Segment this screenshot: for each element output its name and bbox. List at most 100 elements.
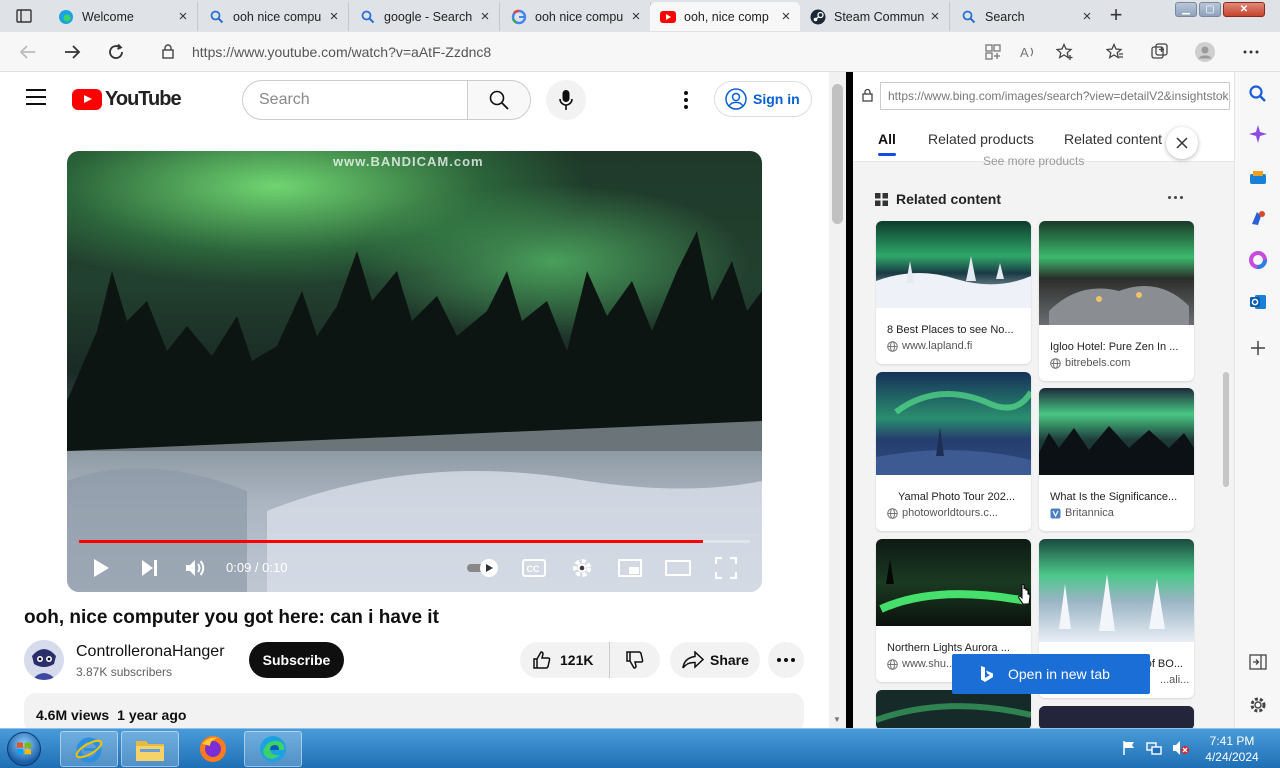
video-progress-bar[interactable] [79,540,750,543]
autoplay-toggle[interactable] [465,554,501,582]
related-card[interactable]: Yamal Photo Tour 202... photoworldtours.… [876,372,1031,531]
tab-steam[interactable]: Steam Commun × [800,2,950,31]
taskbar-edge[interactable] [244,731,302,767]
games-icon[interactable] [1248,208,1268,228]
network-icon[interactable] [1146,740,1162,759]
channel-name[interactable]: ControlleronaHanger [76,643,225,661]
start-button[interactable] [2,729,46,768]
see-more-products-link[interactable]: See more products [983,154,1084,168]
mute-button[interactable] [183,554,209,582]
profile-avatar[interactable] [1195,42,1215,62]
captions-button[interactable]: CC [521,554,547,582]
tab-search-3[interactable]: Search × [951,2,1101,31]
close-tab-icon[interactable]: × [1079,8,1095,25]
forward-button[interactable] [60,40,84,64]
tab-search-1[interactable]: ooh nice compu × [199,2,349,31]
tab-related-content[interactable]: Related content [1064,131,1162,147]
grid-icon [875,192,888,206]
tab-google[interactable]: ooh nice compu × [501,2,651,31]
sign-in-button[interactable]: Sign in [714,81,812,117]
add-favorite-icon[interactable] [1055,42,1075,62]
sidebar-search-icon[interactable] [1248,84,1268,104]
more-options-icon[interactable] [1241,42,1261,62]
tab-actions-icon[interactable] [10,6,38,26]
next-button[interactable] [137,554,161,582]
youtube-logo-text: YouTube [105,88,182,110]
sidebar-scrollbar-thumb[interactable] [1223,372,1229,487]
description-box[interactable]: 4.6M views 1 year ago [24,693,804,728]
apps-icon[interactable] [983,42,1003,62]
copilot-icon[interactable] [1248,124,1268,144]
menu-icon[interactable] [26,89,46,110]
share-button[interactable]: Share [670,642,760,678]
share-label: Share [710,652,749,668]
shopping-icon[interactable] [1248,167,1268,187]
taskbar-clock[interactable]: 7:41 PM 4/24/2024 [1196,733,1268,765]
volume-muted-icon[interactable] [1172,740,1190,759]
taskbar-internet-explorer[interactable] [60,731,118,767]
channel-avatar[interactable] [24,640,64,680]
miniplayer-button[interactable] [617,554,643,582]
sidebar-url[interactable]: https://www.bing.com/images/search?view=… [880,82,1230,110]
new-tab-button[interactable]: + [1104,4,1128,28]
lock-icon[interactable] [162,44,174,62]
sidebar-layout-icon[interactable] [1248,652,1268,672]
open-in-new-tab-button[interactable]: Open in new tab [952,654,1150,694]
tab-all[interactable]: All [878,131,896,156]
close-tab-icon[interactable]: × [628,8,644,25]
theater-mode-button[interactable] [664,554,692,582]
outlook-icon[interactable] [1248,292,1268,312]
favorites-icon[interactable] [1105,42,1125,62]
add-sidebar-app-icon[interactable] [1248,338,1268,358]
search-input[interactable]: Search [242,80,468,120]
fullscreen-button[interactable] [713,554,739,582]
related-card[interactable]: 8 Best Places to see No... www.lapland.f… [876,221,1031,364]
refresh-button[interactable] [104,40,128,64]
tab-youtube-active[interactable]: ooh, nice comp × [650,2,800,31]
tab-related-products[interactable]: Related products [928,131,1034,147]
sidebar-settings-icon[interactable] [1248,695,1268,715]
tab-search-2[interactable]: google - Search × [350,2,500,31]
close-window-button[interactable]: ✕ [1223,2,1265,17]
more-actions-button[interactable] [768,642,804,678]
play-button[interactable] [89,554,113,582]
microsoft365-icon[interactable] [1248,250,1268,270]
close-tab-icon[interactable]: × [927,8,943,25]
settings-button[interactable] [569,554,595,582]
collections-icon[interactable] [1150,42,1170,62]
related-card[interactable] [876,690,1031,728]
page-scrollbar[interactable]: ▼ [829,72,846,728]
maximize-button[interactable]: ▢ [1199,2,1221,17]
close-tab-icon[interactable]: × [326,8,342,25]
close-sidebar-button[interactable] [1166,127,1198,159]
search-button[interactable] [467,80,531,120]
like-button[interactable]: 121K [520,642,610,678]
read-aloud-icon[interactable]: A [1019,42,1039,62]
subscribe-button[interactable]: Subscribe [249,642,344,678]
scrollbar-thumb[interactable] [832,84,843,224]
related-card[interactable]: Igloo Hotel: Pure Zen In ... bitrebels.c… [1039,221,1194,381]
action-center-flag-icon[interactable] [1122,740,1136,759]
voice-search-button[interactable] [546,80,586,120]
youtube-icon [660,9,676,25]
sidebar-scrollbar[interactable] [1215,72,1234,728]
scroll-down-arrow-icon[interactable]: ▼ [833,715,841,724]
video-player[interactable]: www.BANDICAM.com 0:09 / 0:10 CC [67,151,762,592]
close-tab-icon[interactable]: × [477,8,493,25]
card-source: Britannica [1039,507,1194,519]
close-tab-icon[interactable]: × [175,8,191,25]
related-card[interactable]: What Is the Significance... Britannica [1039,388,1194,531]
minimize-button[interactable]: ▁ [1175,2,1197,17]
back-button[interactable] [16,40,40,64]
dislike-button[interactable] [610,650,660,670]
related-card[interactable] [1039,706,1194,728]
taskbar-file-explorer[interactable] [121,731,179,767]
section-more-icon[interactable] [1168,196,1183,199]
tab-welcome[interactable]: Welcome × [48,2,198,31]
close-tab-icon[interactable]: × [778,8,794,25]
tab-title: Welcome [82,9,134,24]
address-bar[interactable]: https://www.youtube.com/watch?v=aAtF-Zzd… [150,37,970,67]
settings-kebab-icon[interactable] [676,88,696,112]
taskbar-firefox[interactable] [184,731,242,767]
youtube-logo[interactable]: YouTube [72,88,182,111]
